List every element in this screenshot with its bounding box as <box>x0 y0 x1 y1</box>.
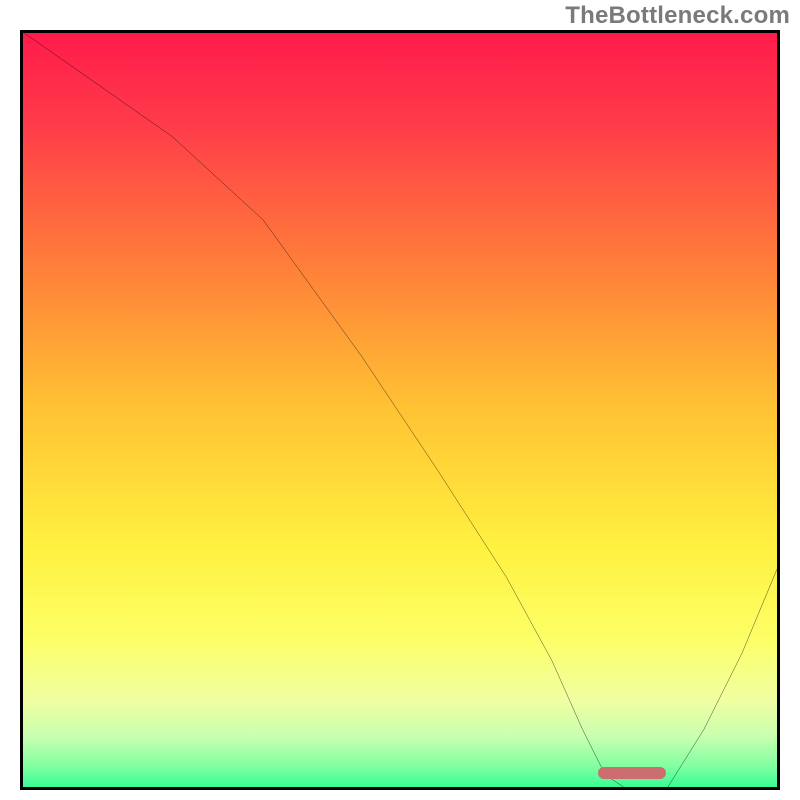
chart-container: TheBottleneck.com <box>0 0 800 800</box>
optimal-zone-marker <box>598 767 666 779</box>
watermark-text: TheBottleneck.com <box>565 2 790 30</box>
plot-area <box>20 30 780 790</box>
bottleneck-curve <box>20 30 780 790</box>
